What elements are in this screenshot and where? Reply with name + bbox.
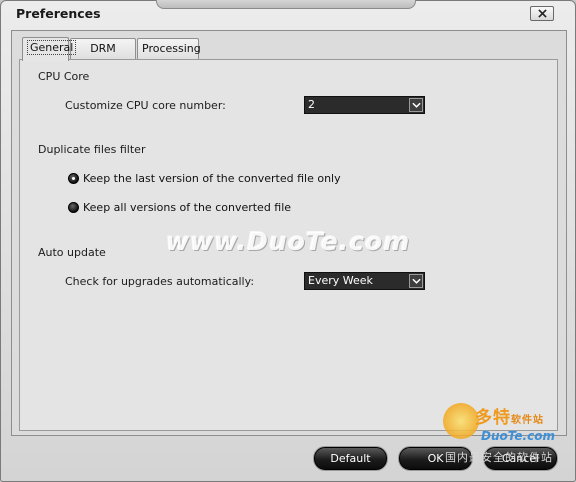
cpu-core-select[interactable]: 2 <box>304 96 425 114</box>
duote-logo: 多特软件站 DuoTe.com 国内最安全的软件站 <box>443 401 573 467</box>
radio-button-checked[interactable] <box>68 173 79 184</box>
logo-en-text: DuoTe.com <box>481 429 555 443</box>
sun-logo-icon <box>443 403 479 439</box>
dropdown-button[interactable] <box>409 274 423 288</box>
tab-general[interactable]: General <box>22 37 77 61</box>
tab-label: Processing <box>142 42 201 55</box>
radio-button[interactable] <box>68 202 79 213</box>
duplicate-filter-section-title: Duplicate files filter <box>38 143 146 156</box>
cpu-core-value: 2 <box>308 98 315 111</box>
tab-drm-finder[interactable]: DRM Finder <box>70 38 136 75</box>
tab-processing[interactable]: Processing <box>137 38 201 60</box>
radio-label: Keep all versions of the converted file <box>83 201 292 214</box>
radio-keep-all-versions[interactable]: Keep all versions of the converted file <box>68 201 291 214</box>
cpu-core-section-title: CPU Core <box>38 70 90 83</box>
radio-keep-last-version[interactable]: Keep the last version of the converted f… <box>68 172 341 185</box>
close-button[interactable] <box>530 6 554 21</box>
radio-label: Keep the last version of the converted f… <box>83 172 341 185</box>
logo-sub-text: 国内最安全的软件站 <box>445 451 553 464</box>
preferences-window: Preferences General DRM Finder Processin… <box>0 0 576 482</box>
logo-cn-text: 多特软件站 <box>475 408 544 428</box>
auto-update-value: Every Week <box>308 274 373 287</box>
auto-update-select[interactable]: Every Week <box>304 272 425 290</box>
window-title: Preferences <box>16 6 101 21</box>
auto-update-label: Check for upgrades automatically: <box>65 275 255 288</box>
close-icon <box>537 9 547 18</box>
dropdown-button[interactable] <box>409 98 423 112</box>
chevron-down-icon <box>411 278 421 284</box>
chevron-down-icon <box>411 102 421 108</box>
default-button[interactable]: Default <box>314 447 387 470</box>
cpu-core-label: Customize CPU core number: <box>65 99 226 112</box>
title-bar[interactable]: Preferences <box>1 0 575 27</box>
watermark-text: www.DuoTe.com <box>166 227 411 256</box>
title-notch <box>156 0 416 9</box>
auto-update-section-title: Auto update <box>38 246 106 259</box>
tab-label: General <box>27 40 77 55</box>
